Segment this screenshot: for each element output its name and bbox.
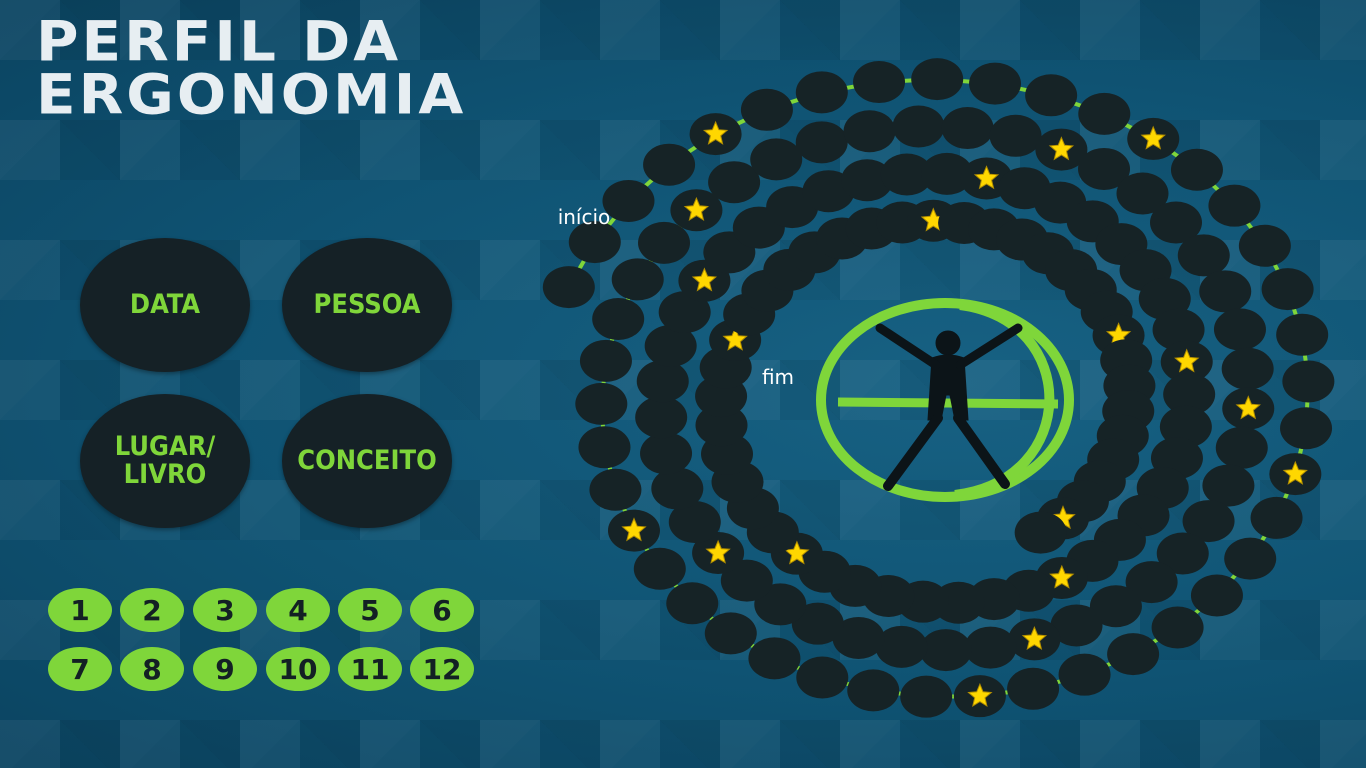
board-space — [847, 669, 900, 712]
board-space — [666, 582, 719, 625]
board-space — [1107, 633, 1160, 676]
board-space — [1170, 148, 1223, 191]
board-space — [1261, 268, 1314, 311]
board-space — [1199, 270, 1252, 313]
board-space — [635, 396, 688, 439]
board-space — [1215, 426, 1268, 469]
board-space — [892, 105, 945, 148]
board-space — [636, 360, 689, 403]
board-space — [740, 88, 793, 131]
ergonomia-logo-icon — [816, 298, 1074, 502]
board-space — [1238, 224, 1291, 267]
board-space — [1213, 308, 1266, 351]
board-space — [704, 612, 757, 655]
end-label: fim — [761, 365, 795, 389]
board-space — [1276, 313, 1329, 356]
board-space — [611, 258, 664, 301]
board-space — [1058, 653, 1111, 696]
board-space — [575, 382, 628, 425]
board-space — [795, 121, 848, 164]
board-space — [1190, 574, 1243, 617]
board-space — [989, 114, 1042, 157]
board-space — [1078, 92, 1131, 135]
board-space — [589, 468, 642, 511]
board-space — [643, 143, 696, 186]
board-space — [1282, 360, 1335, 403]
board-space — [640, 432, 693, 475]
game-board — [542, 58, 1335, 718]
board-space — [1151, 606, 1204, 649]
board-space — [796, 656, 849, 699]
board-space — [919, 629, 972, 672]
board-space — [1208, 184, 1261, 227]
board-space — [1025, 74, 1078, 117]
board-space — [941, 107, 994, 150]
board-space — [1250, 496, 1303, 539]
board-space — [900, 675, 953, 718]
board-space — [1177, 234, 1230, 277]
board-space — [853, 61, 906, 104]
board-space — [1280, 407, 1333, 450]
board-space — [592, 298, 645, 341]
board-space — [1221, 347, 1274, 390]
board-space — [1224, 537, 1277, 580]
board-space — [633, 547, 686, 590]
board-space — [1014, 511, 1067, 554]
board-space — [750, 138, 803, 181]
board-space — [911, 58, 964, 101]
board-space — [969, 62, 1022, 105]
board-space — [748, 637, 801, 680]
start-label: início — [557, 205, 611, 229]
board-space — [578, 426, 631, 469]
board-space — [795, 71, 848, 114]
board-space — [579, 339, 632, 382]
board-space — [651, 467, 704, 510]
board-space — [964, 626, 1017, 669]
board-space — [1007, 667, 1060, 710]
board-space — [843, 110, 896, 153]
board-space — [542, 266, 595, 309]
board-space — [638, 221, 691, 264]
